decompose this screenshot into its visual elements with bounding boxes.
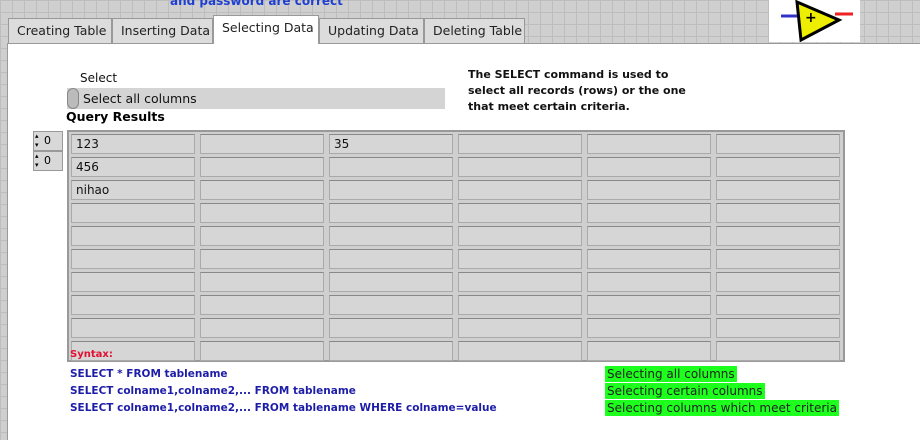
- table-cell[interactable]: [200, 180, 324, 200]
- table-cell[interactable]: [587, 318, 711, 338]
- table-cell[interactable]: [200, 272, 324, 292]
- tab-selecting-data[interactable]: Selecting Data: [213, 15, 319, 44]
- syntax-line: SELECT colname1,colname2,... FROM tablen…: [70, 385, 356, 397]
- table-cell[interactable]: [329, 226, 453, 246]
- table-cell[interactable]: [329, 272, 453, 292]
- table-cell[interactable]: 35: [329, 134, 453, 154]
- syntax-label: Syntax:: [70, 349, 113, 360]
- table-cell[interactable]: [587, 134, 711, 154]
- table-cell[interactable]: [329, 249, 453, 269]
- labview-logo: +: [769, 0, 860, 43]
- table-cell[interactable]: [71, 203, 195, 223]
- syntax-note: Selecting columns which meet criteria: [605, 400, 839, 416]
- table-cell[interactable]: [716, 180, 840, 200]
- table-cell[interactable]: [587, 249, 711, 269]
- table-cell[interactable]: [716, 295, 840, 315]
- table-cell[interactable]: [458, 134, 582, 154]
- table-cell[interactable]: [716, 203, 840, 223]
- tab-creating-table[interactable]: Creating Table: [8, 18, 112, 43]
- table-cell[interactable]: [200, 203, 324, 223]
- table-cell[interactable]: [716, 134, 840, 154]
- table-cell[interactable]: [71, 226, 195, 246]
- table-cell[interactable]: [71, 318, 195, 338]
- table-cell[interactable]: 123: [71, 134, 195, 154]
- table-cell[interactable]: [458, 203, 582, 223]
- syntax-note: Selecting certain columns: [605, 383, 765, 399]
- select-ring[interactable]: Select all columns: [67, 88, 445, 109]
- table-cell[interactable]: [716, 272, 840, 292]
- table-cell[interactable]: [200, 249, 324, 269]
- table-cell[interactable]: [716, 226, 840, 246]
- table-cell[interactable]: [71, 249, 195, 269]
- column-index-control[interactable]: 0: [33, 151, 63, 171]
- table-cell[interactable]: [458, 295, 582, 315]
- ring-increment-icon[interactable]: [67, 88, 79, 109]
- query-results-table: 123 35 456 nihao: [67, 130, 845, 362]
- table-cell[interactable]: [329, 157, 453, 177]
- row-index-control[interactable]: 0: [33, 131, 63, 151]
- table-cell[interactable]: [587, 272, 711, 292]
- table-cell[interactable]: [458, 272, 582, 292]
- table-cell[interactable]: [200, 318, 324, 338]
- table-cell[interactable]: [71, 272, 195, 292]
- tab-updating-data[interactable]: Updating Data: [319, 18, 424, 43]
- syntax-line: SELECT colname1,colname2,... FROM tablen…: [70, 402, 497, 414]
- table-cell[interactable]: [458, 180, 582, 200]
- table-cell[interactable]: [587, 180, 711, 200]
- table-cell[interactable]: [587, 226, 711, 246]
- table-cell[interactable]: [587, 203, 711, 223]
- table-cell[interactable]: [716, 341, 840, 361]
- table-cell[interactable]: [716, 249, 840, 269]
- table-cell[interactable]: [716, 318, 840, 338]
- table-cell[interactable]: nihao: [71, 180, 195, 200]
- syntax-note: Selecting all columns: [605, 366, 737, 382]
- query-results-title: Query Results: [66, 109, 165, 124]
- svg-text:+: +: [805, 10, 817, 26]
- table-cell[interactable]: [200, 295, 324, 315]
- table-cell[interactable]: [329, 180, 453, 200]
- table-cell[interactable]: [329, 295, 453, 315]
- table-cell[interactable]: [329, 318, 453, 338]
- table-cell[interactable]: [329, 341, 453, 361]
- syntax-line: SELECT * FROM tablename: [70, 368, 228, 380]
- login-status-text: and password are correct: [170, 0, 343, 8]
- table-cell[interactable]: [587, 157, 711, 177]
- table-cell[interactable]: [200, 226, 324, 246]
- table-cell[interactable]: [458, 249, 582, 269]
- table-cell[interactable]: [329, 203, 453, 223]
- table-cell[interactable]: [458, 341, 582, 361]
- select-label: Select: [80, 71, 118, 85]
- table-cell[interactable]: [71, 295, 195, 315]
- table-cell[interactable]: [587, 295, 711, 315]
- table-cell[interactable]: [716, 157, 840, 177]
- description-text: The SELECT command is used to select all…: [468, 68, 686, 113]
- tab-deleting-table[interactable]: Deleting Table: [424, 18, 525, 43]
- tab-inserting-data[interactable]: Inserting Data: [112, 18, 213, 43]
- table-cell[interactable]: [200, 341, 324, 361]
- table-cell[interactable]: [458, 157, 582, 177]
- table-cell[interactable]: [458, 318, 582, 338]
- table-cell[interactable]: [587, 341, 711, 361]
- table-cell[interactable]: [200, 134, 324, 154]
- table-cell[interactable]: [200, 157, 324, 177]
- table-cell[interactable]: [458, 226, 582, 246]
- table-cell[interactable]: 456: [71, 157, 195, 177]
